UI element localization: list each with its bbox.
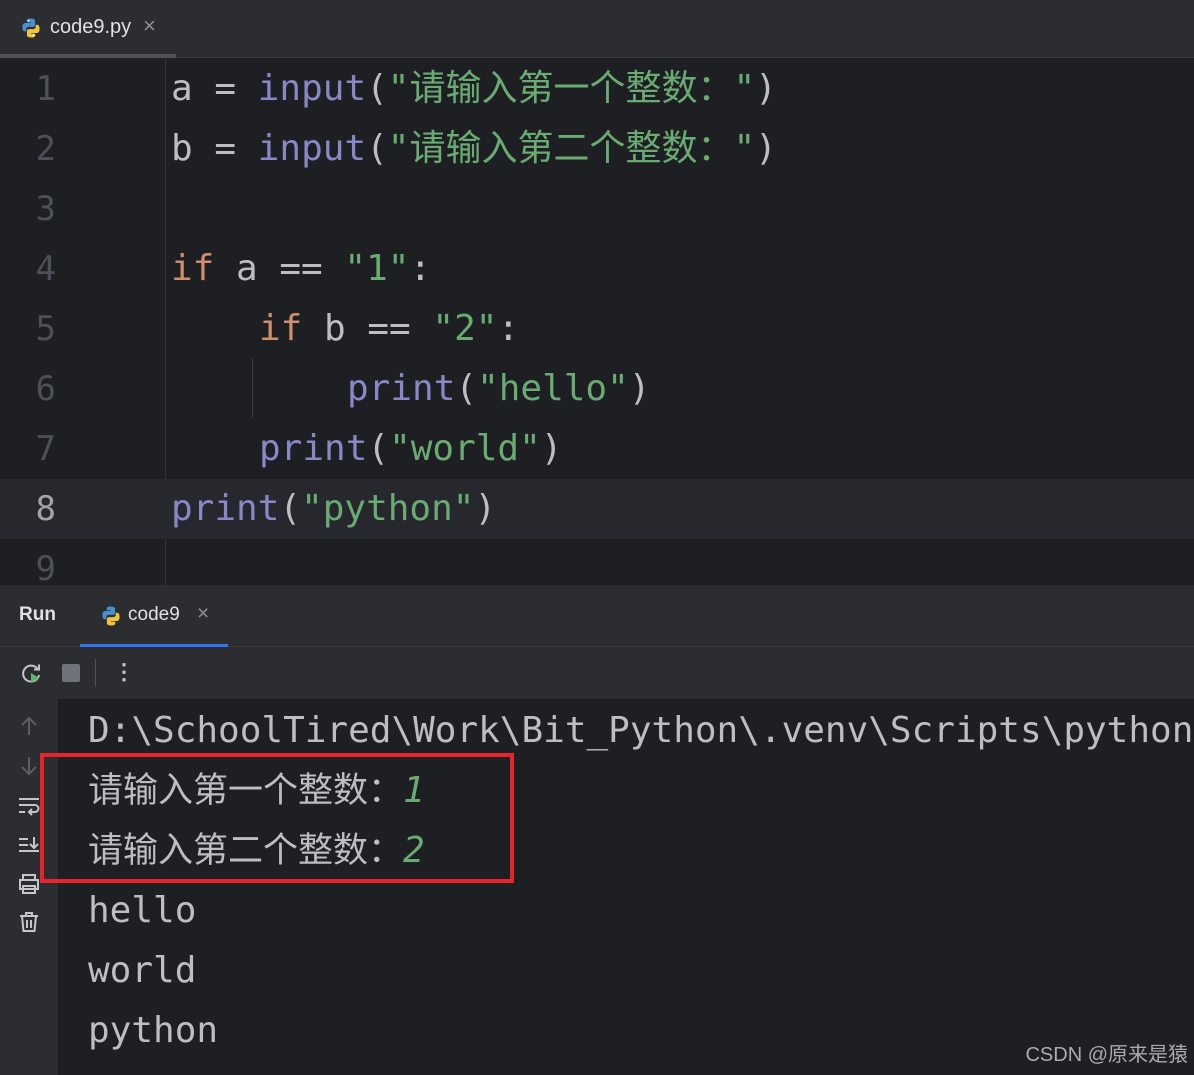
line-number: 3	[35, 189, 56, 229]
string-literal: "world"	[389, 428, 541, 469]
scroll-down-icon[interactable]	[16, 753, 42, 779]
expression: a ==	[214, 248, 345, 289]
paren: )	[628, 368, 651, 409]
scroll-to-end-icon[interactable]	[16, 833, 42, 859]
editor-tab-label: code9.py	[50, 16, 132, 38]
code-editor[interactable]: 1 a = input("请输入第一个整数：") 2 b = input("请输…	[0, 59, 1194, 585]
code-text: if b == "2":	[259, 299, 519, 359]
line-number: 1	[35, 69, 56, 109]
string-quote: "	[733, 68, 756, 109]
python-icon	[22, 18, 40, 38]
line-number: 5	[35, 309, 56, 349]
builtin-function: print	[171, 488, 280, 529]
line-number: 7	[35, 429, 56, 469]
stop-icon[interactable]	[62, 664, 80, 682]
builtin-function: print	[347, 368, 456, 409]
run-panel-title: Run	[19, 604, 56, 625]
paren: (	[455, 368, 478, 409]
code-line[interactable]: 6 print("hello")	[0, 359, 1194, 419]
console-line-output: python	[88, 1010, 219, 1051]
variable: a	[171, 68, 193, 109]
paren: )	[474, 488, 497, 529]
code-text: print("python")	[171, 479, 496, 539]
editor-tab-code9[interactable]: code9.py ×	[0, 0, 176, 58]
close-icon[interactable]: ×	[143, 14, 156, 38]
editor-tab-bar: code9.py ×	[0, 0, 1194, 58]
line-number: 4	[35, 249, 56, 289]
code-text: print("world")	[259, 419, 562, 479]
code-line[interactable]: 2 b = input("请输入第二个整数：")	[0, 119, 1194, 179]
string-literal: 请输入第二个整数：	[409, 128, 734, 169]
run-toolbar: ⋮	[0, 647, 1194, 699]
line-number: 8	[35, 489, 56, 529]
run-tab-code9[interactable]: code9 ×	[80, 585, 228, 647]
expression: b ==	[302, 308, 433, 349]
keyword: if	[171, 248, 215, 289]
rerun-icon[interactable]	[20, 661, 44, 685]
indent-guide	[252, 358, 253, 418]
line-number: 9	[35, 549, 56, 585]
console-line-command: D:\SchoolTired\Work\Bit_Python\.venv\Scr…	[88, 710, 1194, 751]
scroll-up-icon[interactable]	[16, 713, 42, 739]
toolbar-separator	[95, 659, 96, 687]
string-literal: "1"	[344, 248, 410, 289]
paren: (	[367, 428, 390, 469]
run-tab-label: code9	[128, 604, 180, 625]
paren: )	[755, 128, 777, 169]
code-line-current[interactable]: 8 print("python")	[0, 479, 1194, 539]
paren: (	[279, 488, 302, 529]
paren: (	[366, 128, 388, 169]
code-line[interactable]: 1 a = input("请输入第一个整数：")	[0, 59, 1194, 119]
builtin-function: print	[259, 428, 368, 469]
code-line[interactable]: 9	[0, 539, 1194, 585]
string-quote: "	[387, 68, 410, 109]
builtin-function: input	[257, 68, 367, 109]
soft-wrap-icon[interactable]	[16, 793, 42, 819]
python-icon	[102, 606, 120, 626]
string-literal: "hello"	[477, 368, 629, 409]
close-icon[interactable]: ×	[197, 603, 209, 625]
line-number: 2	[35, 129, 56, 169]
console-line-output: world	[88, 950, 197, 991]
builtin-function: input	[257, 128, 367, 169]
print-icon[interactable]	[16, 871, 42, 897]
paren: )	[540, 428, 563, 469]
colon: :	[497, 308, 520, 349]
code-text: print("hello")	[347, 359, 650, 419]
code-line[interactable]: 4 if a == "1":	[0, 239, 1194, 299]
keyword: if	[259, 308, 303, 349]
code-text: if a == "1":	[171, 239, 431, 299]
code-line[interactable]: 7 print("world")	[0, 419, 1194, 479]
trash-icon[interactable]	[16, 909, 42, 935]
annotation-highlight-box	[40, 753, 514, 883]
code-line[interactable]: 3	[0, 179, 1194, 239]
variable: b	[171, 128, 193, 169]
string-literal: "2"	[432, 308, 498, 349]
operator: =	[192, 128, 258, 169]
watermark: CSDN @原来是猿	[1025, 1044, 1188, 1066]
paren: )	[755, 68, 777, 109]
line-number: 6	[35, 369, 56, 409]
string-literal: 请输入第一个整数：	[409, 68, 734, 109]
operator: =	[192, 68, 258, 109]
code-line[interactable]: 5 if b == "2":	[0, 299, 1194, 359]
more-options-icon[interactable]: ⋮	[113, 659, 135, 685]
code-text: b = input("请输入第二个整数：")	[171, 119, 777, 179]
string-quote: "	[387, 128, 410, 169]
code-text: a = input("请输入第一个整数：")	[171, 59, 777, 119]
string-quote: "	[733, 128, 756, 169]
string-literal: "python"	[301, 488, 475, 529]
paren: (	[366, 68, 388, 109]
console-line-output: hello	[88, 890, 197, 931]
run-panel-header: Run code9 ×	[0, 585, 1194, 647]
colon: :	[409, 248, 432, 289]
